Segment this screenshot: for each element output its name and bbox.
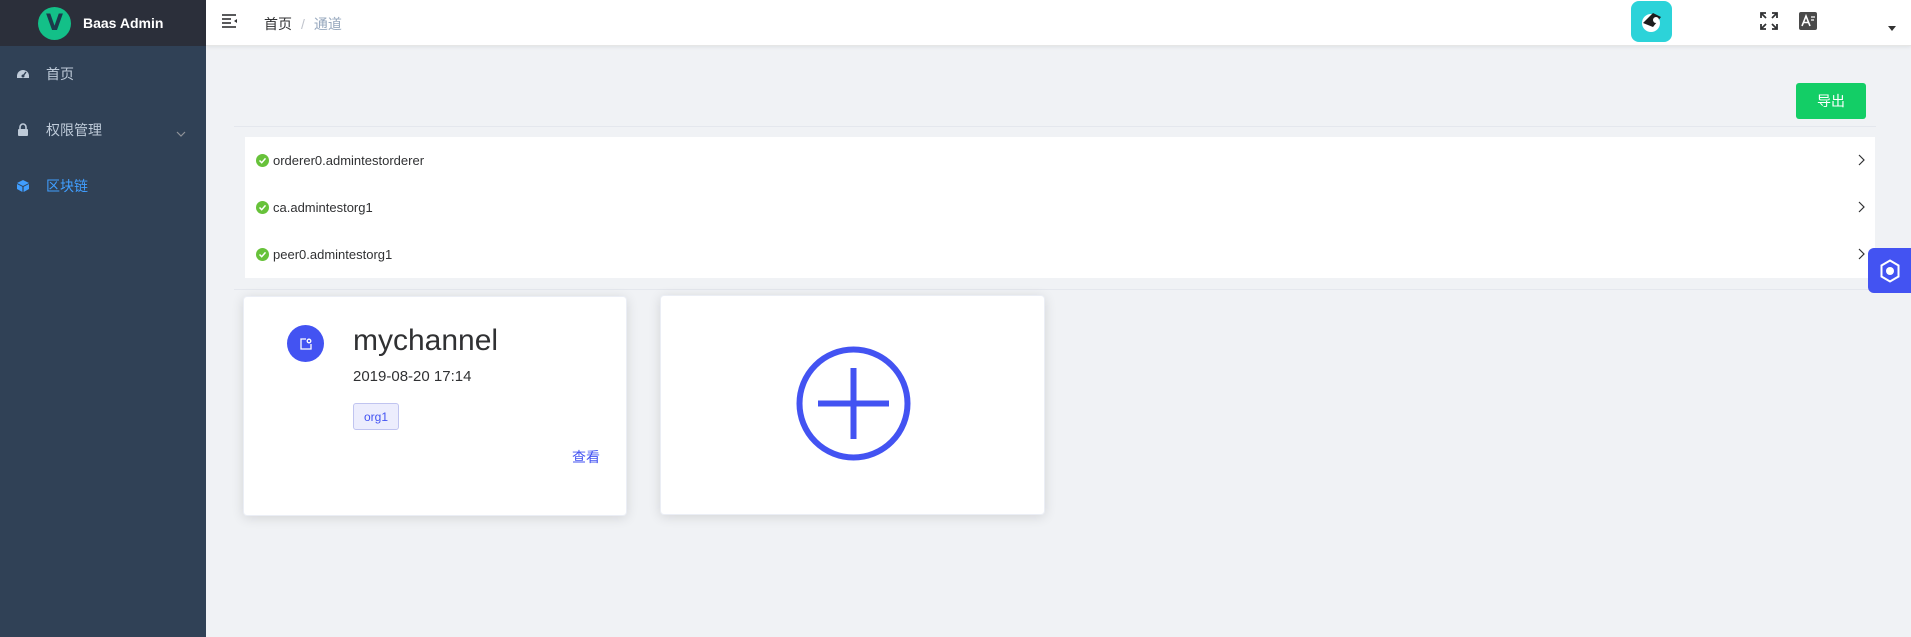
language-icon[interactable]: [1798, 11, 1818, 31]
check-circle-icon: [256, 154, 269, 167]
node-name: peer0.admintestorg1: [273, 247, 393, 262]
check-circle-icon: [256, 201, 269, 214]
lock-icon: [16, 123, 30, 137]
list-item[interactable]: peer0.admintestorg1: [245, 231, 1875, 278]
fullscreen-icon[interactable]: [1759, 11, 1779, 31]
caret-down-icon[interactable]: [1888, 26, 1896, 31]
node-name: ca.admintestorg1: [273, 200, 373, 215]
channel-card: mychannel 2019-08-20 17:14 org1 查看: [243, 296, 627, 516]
divider: [234, 289, 1876, 290]
check-circle-icon: [256, 248, 269, 261]
add-channel-card[interactable]: [660, 295, 1045, 515]
chevron-right-icon: [1858, 201, 1865, 216]
sidebar-item-blockchain[interactable]: 区块链: [0, 158, 206, 214]
logo-icon: V: [38, 6, 71, 40]
sidebar-item-label: 权限管理: [46, 122, 102, 138]
breadcrumb: 首页 / 通道: [264, 14, 342, 34]
chevron-right-icon: [1858, 154, 1865, 169]
view-link[interactable]: 查看: [572, 447, 600, 467]
list-item[interactable]: orderer0.admintestorderer: [245, 137, 1875, 184]
dashboard-icon: [16, 67, 30, 81]
logo-bar[interactable]: V Baas Admin: [0, 0, 206, 46]
export-button[interactable]: 导出: [1796, 83, 1866, 119]
chevron-right-icon: [1858, 248, 1865, 263]
sidebar-item-label: 首页: [46, 66, 74, 82]
channel-name: mychannel: [353, 324, 499, 357]
top-navbar: 首页 / 通道: [206, 0, 1911, 46]
list-item[interactable]: ca.admintestorg1: [245, 184, 1875, 231]
sidebar-item-permissions[interactable]: 权限管理: [0, 102, 206, 158]
channel-date: 2019-08-20 17:14: [353, 368, 472, 385]
breadcrumb-current: 通道: [313, 16, 342, 32]
sidebar-item-home[interactable]: 首页: [0, 46, 206, 102]
cube-icon: [16, 179, 30, 193]
org-tag: org1: [353, 403, 400, 430]
divider: [234, 126, 1876, 127]
sidebar: V Baas Admin 首页 权限管理 区块链: [0, 0, 206, 637]
node-name: orderer0.admintestorderer: [273, 153, 425, 168]
avatar[interactable]: [1631, 1, 1672, 42]
hamburger-icon[interactable]: [222, 13, 238, 29]
app-title: Baas Admin: [83, 15, 164, 31]
breadcrumb-home[interactable]: 首页: [264, 14, 292, 34]
settings-panel-button[interactable]: [1868, 248, 1911, 293]
sidebar-item-label: 区块链: [46, 178, 88, 194]
plus-circle-icon: [795, 345, 912, 462]
breadcrumb-separator: /: [301, 16, 305, 32]
node-list: orderer0.admintestorderer ca.admintestor…: [245, 137, 1875, 278]
chevron-down-icon: [176, 124, 186, 140]
gear-icon: [1880, 258, 1899, 283]
channel-icon: [287, 325, 324, 362]
